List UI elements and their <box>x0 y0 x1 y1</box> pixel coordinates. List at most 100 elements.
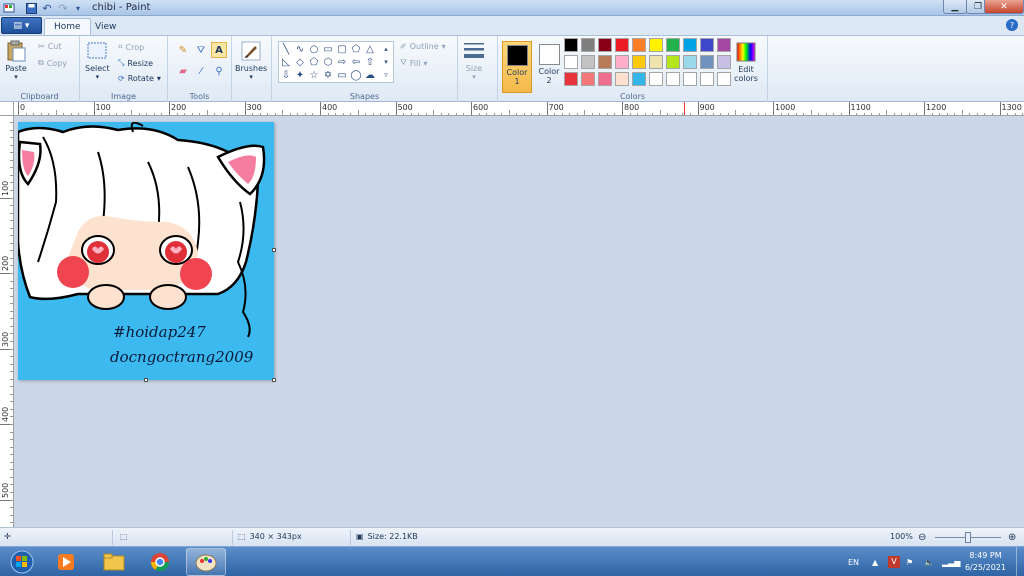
palette-swatch[interactable] <box>598 55 612 69</box>
palette-swatch[interactable] <box>700 55 714 69</box>
start-button[interactable] <box>3 548 41 576</box>
curve-shape-icon[interactable]: ∿ <box>294 43 306 55</box>
fill-button[interactable]: ⛛ Fill ▾ <box>400 58 427 68</box>
palette-swatch[interactable] <box>598 72 612 86</box>
save-icon[interactable] <box>24 1 38 15</box>
cloud-shape-icon[interactable]: ☁ <box>364 69 376 81</box>
zoom-slider-thumb[interactable] <box>965 532 971 543</box>
left-arrow-shape-icon[interactable]: ⇦ <box>350 56 362 68</box>
tab-home[interactable]: Home <box>44 18 91 35</box>
select-dropdown-icon[interactable]: ▾ <box>96 73 100 81</box>
palette-swatch[interactable] <box>581 55 595 69</box>
paste-button[interactable]: Paste ▾ <box>5 40 27 81</box>
palette-swatch[interactable] <box>615 72 629 86</box>
select-button[interactable]: Select ▾ <box>85 40 110 81</box>
diamond-shape-icon[interactable]: ◇ <box>294 56 306 68</box>
callout-rect-shape-icon[interactable]: ▭ <box>336 69 348 81</box>
text-tool-icon[interactable]: A <box>211 42 227 58</box>
action-center-icon[interactable]: ⚑ <box>906 547 913 576</box>
palette-swatch[interactable] <box>615 38 629 52</box>
rotate-button[interactable]: ⟳ Rotate ▾ <box>118 74 161 83</box>
oval-shape-icon[interactable]: ○ <box>308 43 320 55</box>
outline-button[interactable]: ✐ Outline ▾ <box>400 42 446 51</box>
palette-swatch[interactable] <box>632 38 646 52</box>
undo-icon[interactable]: ↶ <box>40 1 54 15</box>
shapes-scroll-up-icon[interactable]: ▴ <box>380 43 392 55</box>
palette-swatch[interactable] <box>632 72 646 86</box>
palette-swatch[interactable] <box>666 72 680 86</box>
help-icon[interactable]: ? <box>1006 19 1018 31</box>
zoom-out-button[interactable]: ⊖ <box>918 532 926 543</box>
palette-swatch[interactable] <box>564 38 578 52</box>
taskbar-media-player[interactable] <box>46 548 86 576</box>
language-indicator[interactable]: EN <box>848 547 859 576</box>
palette-swatch[interactable] <box>666 55 680 69</box>
network-icon[interactable]: ▂▃▅ <box>942 547 960 576</box>
customize-toolbar-icon[interactable]: ▾ <box>71 1 85 15</box>
color1-button[interactable]: Color 1 <box>502 41 532 93</box>
pencil-icon[interactable]: ✎ <box>175 42 191 58</box>
redo-icon[interactable]: ↷ <box>56 1 70 15</box>
copy-button[interactable]: ⧉ Copy <box>38 58 67 68</box>
color-picker-icon[interactable]: ⁄ <box>193 63 209 79</box>
palette-swatch[interactable] <box>598 38 612 52</box>
six-point-star-shape-icon[interactable]: ✡ <box>322 69 334 81</box>
palette-swatch[interactable] <box>649 38 663 52</box>
polygon-shape-icon[interactable]: ⬠ <box>350 43 362 55</box>
fill-bucket-icon[interactable]: ⛛ <box>193 42 209 58</box>
minimize-button[interactable]: ▁ <box>943 0 967 14</box>
drawing-canvas[interactable]: #hoidap247 docngoctrang2009 <box>16 121 276 382</box>
hexagon-shape-icon[interactable]: ⬡ <box>322 56 334 68</box>
down-arrow-shape-icon[interactable]: ⇩ <box>280 69 292 81</box>
up-arrow-shape-icon[interactable]: ⇧ <box>364 56 376 68</box>
palette-swatch[interactable] <box>649 72 663 86</box>
magnifier-icon[interactable]: ⚲ <box>211 63 227 79</box>
rounded-rectangle-shape-icon[interactable]: ▢ <box>336 43 348 55</box>
palette-swatch[interactable] <box>581 38 595 52</box>
volume-icon[interactable]: 🔈 <box>924 547 934 576</box>
taskbar-explorer[interactable] <box>94 548 134 576</box>
palette-swatch[interactable] <box>615 55 629 69</box>
taskbar-paint[interactable] <box>186 548 226 576</box>
brushes-button[interactable]: Brushes ▾ <box>235 40 267 81</box>
show-desktop-button[interactable] <box>1016 547 1024 576</box>
five-point-star-shape-icon[interactable]: ☆ <box>308 69 320 81</box>
clock[interactable]: 8:49 PM 6/25/2021 <box>965 550 1006 574</box>
tray-app-icon[interactable]: V <box>888 547 900 576</box>
palette-swatch[interactable] <box>717 72 731 86</box>
palette-swatch[interactable] <box>632 55 646 69</box>
crop-button[interactable]: ⌗ Crop <box>118 42 144 52</box>
palette-swatch[interactable] <box>564 72 578 86</box>
eraser-icon[interactable]: ▰ <box>175 63 191 79</box>
palette-swatch[interactable] <box>700 72 714 86</box>
right-arrow-shape-icon[interactable]: ⇨ <box>336 56 348 68</box>
tab-view[interactable]: View <box>86 18 125 35</box>
palette-swatch[interactable] <box>717 55 731 69</box>
palette-swatch[interactable] <box>683 38 697 52</box>
rectangle-shape-icon[interactable]: ▭ <box>322 43 334 55</box>
cut-button[interactable]: ✂ Cut <box>38 42 62 51</box>
paint-app-icon[interactable] <box>2 1 16 15</box>
callout-oval-shape-icon[interactable]: ◯ <box>350 69 362 81</box>
resize-handle-bottom[interactable] <box>144 378 148 382</box>
four-point-star-shape-icon[interactable]: ✦ <box>294 69 306 81</box>
close-button[interactable]: ✕ <box>984 0 1024 14</box>
shapes-more-icon[interactable]: ▿ <box>380 69 392 81</box>
show-hidden-icons-icon[interactable]: ▲ <box>872 547 878 576</box>
right-triangle-shape-icon[interactable]: ◺ <box>280 56 292 68</box>
palette-swatch[interactable] <box>581 72 595 86</box>
palette-swatch[interactable] <box>700 38 714 52</box>
paint-menu-button[interactable]: ▤ ▾ <box>1 17 42 34</box>
palette-swatch[interactable] <box>649 55 663 69</box>
line-shape-icon[interactable]: ╲ <box>280 43 292 55</box>
resize-handle-right[interactable] <box>272 248 276 252</box>
edit-colors-button[interactable]: Edit colors <box>731 41 761 83</box>
palette-swatch[interactable] <box>683 55 697 69</box>
paste-dropdown-icon[interactable]: ▾ <box>14 73 18 81</box>
palette-swatch[interactable] <box>564 55 578 69</box>
palette-swatch[interactable] <box>717 38 731 52</box>
triangle-shape-icon[interactable]: △ <box>364 43 376 55</box>
size-button[interactable]: Size ▾ <box>463 40 485 81</box>
shapes-scroll-down-icon[interactable]: ▾ <box>380 56 392 68</box>
palette-swatch[interactable] <box>683 72 697 86</box>
